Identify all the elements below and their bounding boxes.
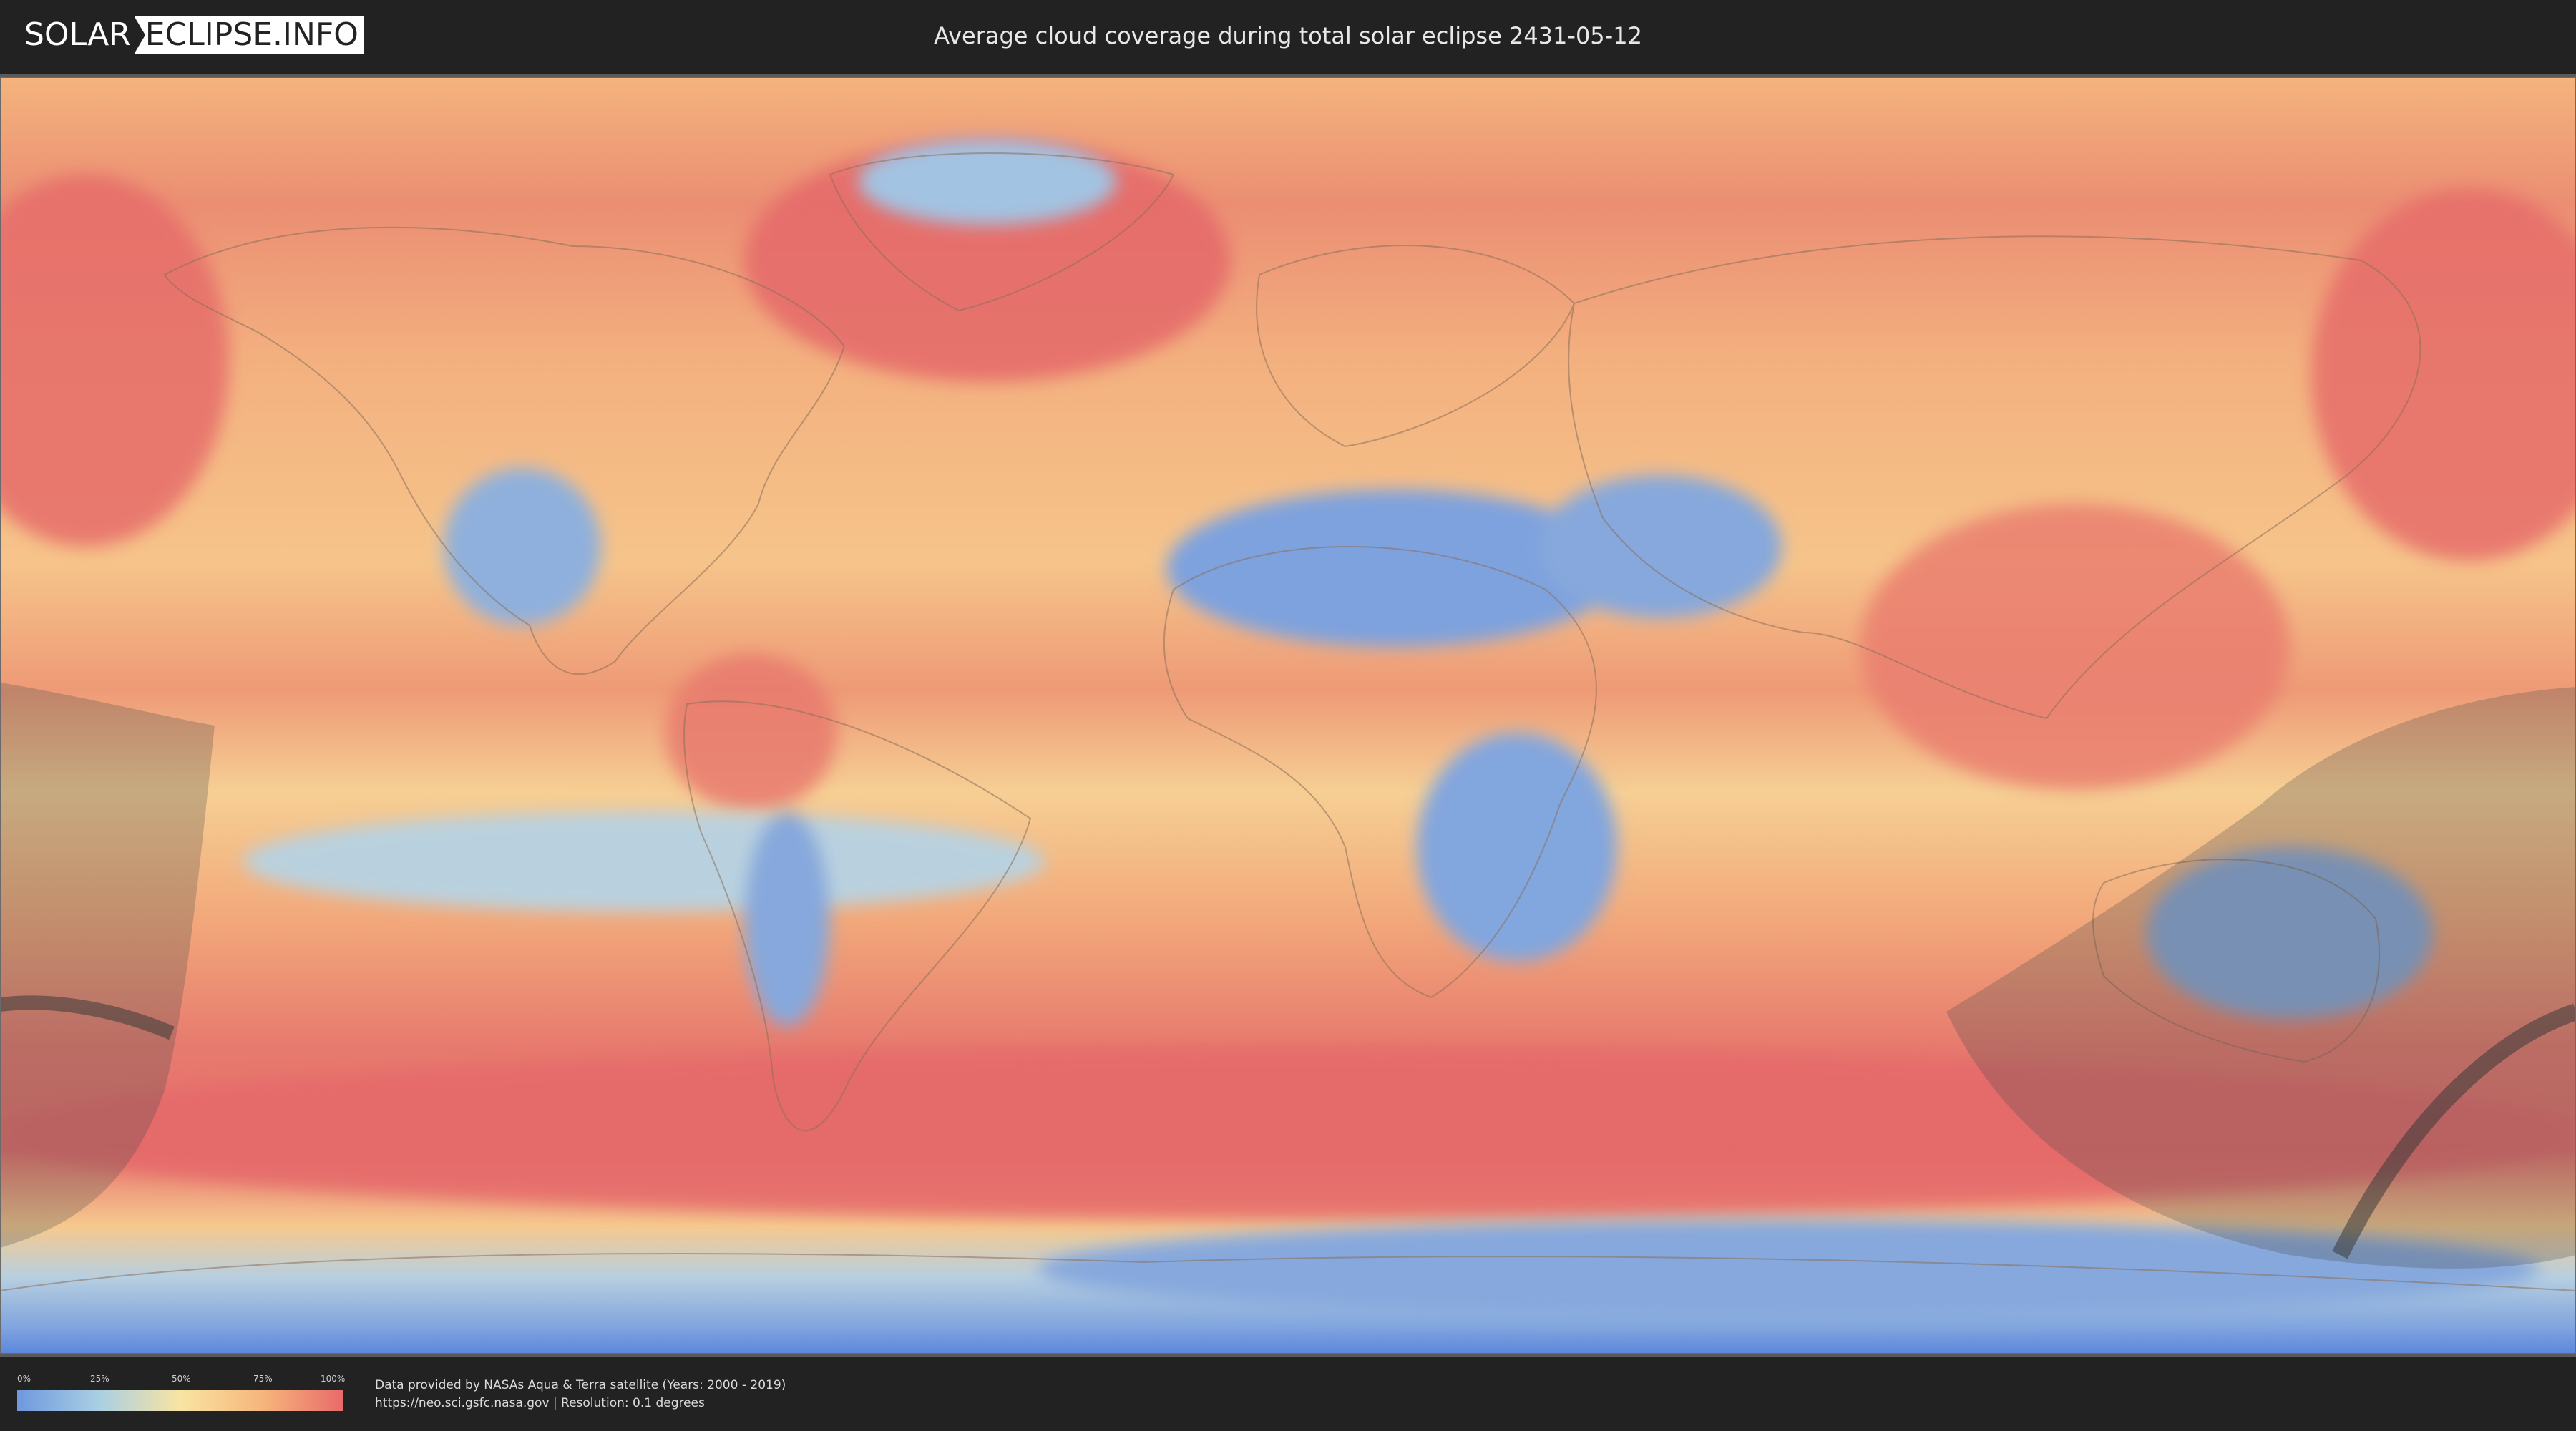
legend-color-bar	[17, 1390, 343, 1411]
page-title: Average cloud coverage during total sola…	[934, 22, 1642, 49]
cloud-coverage-map	[0, 74, 2576, 1357]
credit-line-source: Data provided by NASAs Aqua & Terra sate…	[375, 1378, 786, 1392]
world-map-svg	[0, 77, 2576, 1354]
legend-tick-75: 75%	[253, 1374, 273, 1384]
legend-tick-0: 0%	[17, 1374, 31, 1384]
legend-tick-100: 100%	[321, 1374, 346, 1384]
legend-tick-25: 25%	[90, 1374, 109, 1384]
page: SOLAR ECLIPSE.INFO Average cloud coverag…	[0, 0, 2576, 1431]
header: SOLAR ECLIPSE.INFO Average cloud coverag…	[0, 0, 2576, 72]
data-credits: Data provided by NASAs Aqua & Terra sate…	[375, 1377, 786, 1412]
credit-line-url: https://neo.sci.gsfc.nasa.gov | Resoluti…	[375, 1396, 705, 1410]
cloud-coverage-legend: 0% 25% 50% 75% 100%	[17, 1374, 346, 1424]
legend-ticks: 0% 25% 50% 75% 100%	[17, 1374, 346, 1388]
footer: 0% 25% 50% 75% 100% Data provided by NAS…	[0, 1357, 2576, 1431]
legend-tick-50: 50%	[172, 1374, 191, 1384]
